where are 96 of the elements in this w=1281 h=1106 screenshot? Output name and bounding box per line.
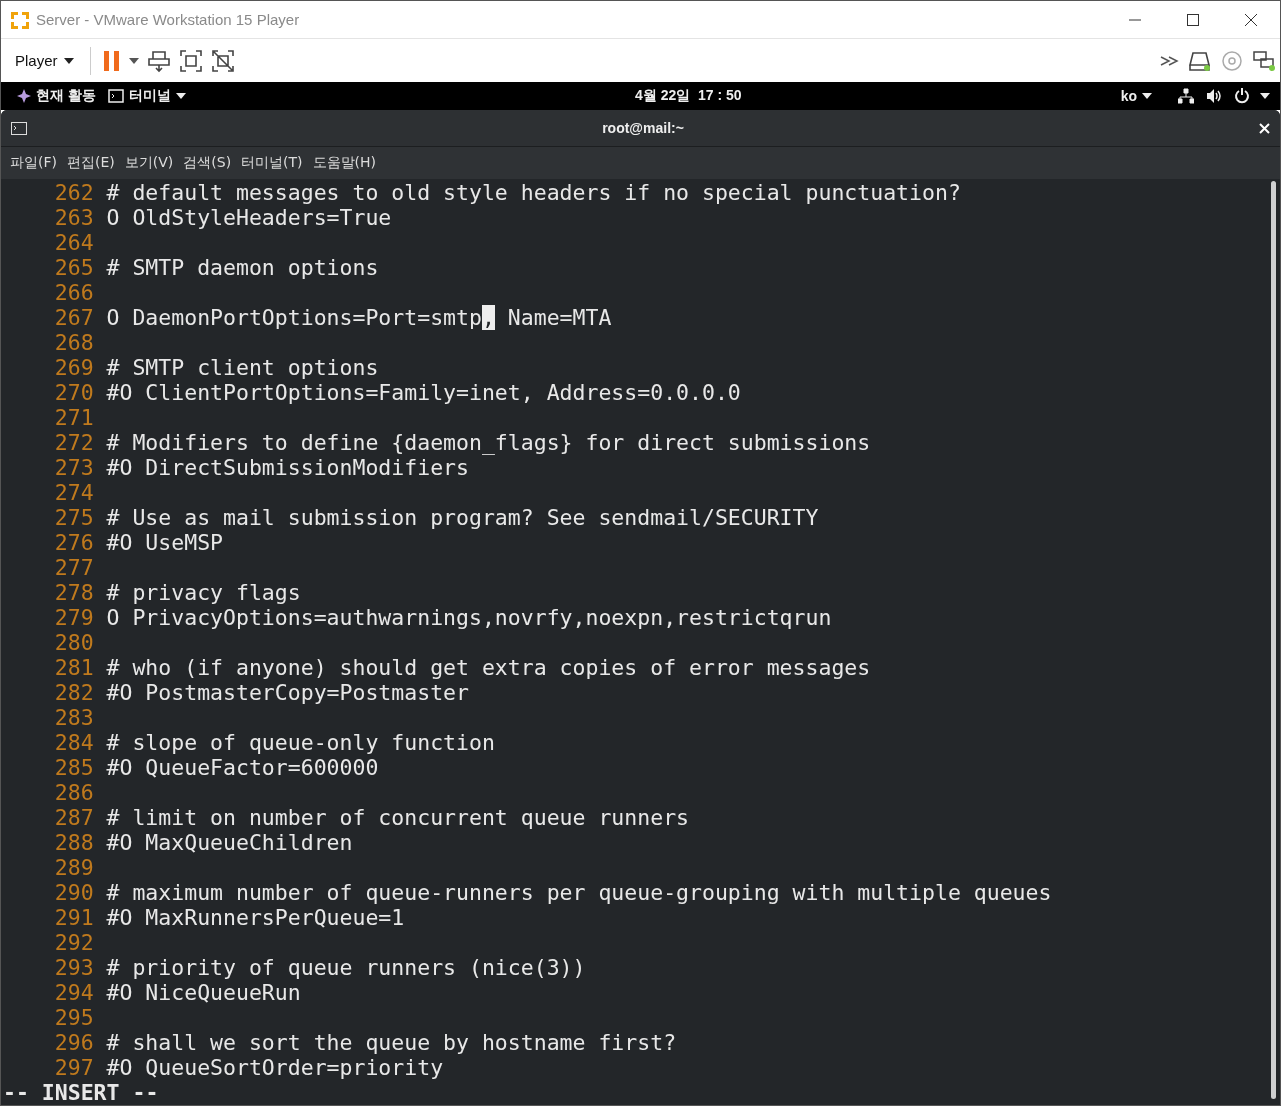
fullscreen-icon[interactable] xyxy=(178,48,203,73)
line-number: 290 xyxy=(54,880,94,905)
mode-indicator: -- INSERT -- xyxy=(3,1080,160,1105)
double-chevron-icon[interactable] xyxy=(1160,53,1180,68)
code-line: # Modifiers to define {daemon_flags} for direct submissions xyxy=(106,430,871,455)
code-line: # privacy flags xyxy=(106,580,301,605)
code-line: #O UseMSP xyxy=(106,530,224,555)
clock[interactable]: 4월 22일 17 : 50 xyxy=(634,87,742,105)
line-number: 278 xyxy=(54,580,94,605)
code-line: #O QueueFactor=600000 xyxy=(106,755,379,780)
line-number: 283 xyxy=(54,705,94,730)
terminal-icon xyxy=(11,121,27,135)
line-number: 287 xyxy=(54,805,94,830)
line-number: 280 xyxy=(54,630,94,655)
line-number: 293 xyxy=(54,955,94,980)
menu-item[interactable]: 파일(F) xyxy=(5,154,62,172)
menu-item[interactable]: 터미널(T) xyxy=(236,154,308,172)
line-number: 265 xyxy=(54,255,94,280)
volume-icon[interactable] xyxy=(1206,88,1222,104)
line-number: 266 xyxy=(54,280,94,305)
line-number: 296 xyxy=(54,1030,94,1055)
code-line: O DaemonPortOptions=Port=smtp, Name=MTA xyxy=(106,305,612,330)
code-line: #O PostmasterCopy=Postmaster xyxy=(106,680,469,705)
scrollbar[interactable] xyxy=(1271,181,1276,1099)
line-number: 295 xyxy=(54,1005,94,1030)
code-line: #O MaxRunnersPerQueue=1 xyxy=(106,905,405,930)
pause-icon[interactable] xyxy=(102,49,121,72)
line-number: 285 xyxy=(54,755,94,780)
line-number: 288 xyxy=(54,830,94,855)
line-number: 289 xyxy=(54,855,94,880)
terminal-icon xyxy=(107,89,124,103)
code-line: # limit on number of concurrent queue runners xyxy=(106,805,689,830)
line-number: 284 xyxy=(54,730,94,755)
line-number: 273 xyxy=(54,455,94,480)
menu-item[interactable]: 검색(S) xyxy=(178,154,237,172)
line-number: 269 xyxy=(54,355,94,380)
code-line: O OldStyleHeaders=True xyxy=(106,205,392,230)
close-icon xyxy=(1244,12,1258,27)
code-line: # SMTP daemon options xyxy=(106,255,379,280)
line-number: 286 xyxy=(54,780,94,805)
code-line: # default messages to old style headers if no special punctuation? xyxy=(106,180,961,205)
line-number: 275 xyxy=(54,505,94,530)
app-menu[interactable]: 터미널 xyxy=(101,87,192,105)
line-number: 294 xyxy=(54,980,94,1005)
input-method-menu[interactable]: ko xyxy=(1114,88,1158,104)
power-icon[interactable] xyxy=(1234,88,1250,104)
line-number: 291 xyxy=(54,905,94,930)
line-number: 274 xyxy=(54,480,94,505)
menu-item[interactable]: 보기(V) xyxy=(119,154,179,172)
code-line: # shall we sort the queue by hostname first? xyxy=(106,1030,677,1055)
menu-item[interactable]: 편집(E) xyxy=(62,154,120,172)
menu-item[interactable]: 도움말(H) xyxy=(307,154,382,172)
caret-icon xyxy=(175,93,186,99)
dropdown-icon[interactable] xyxy=(1260,93,1270,99)
code-line: #O DirectSubmissionModifiers xyxy=(106,455,469,480)
code-line: # SMTP client options xyxy=(106,355,379,380)
code-line: # priority of queue runners (nice(3)) xyxy=(106,955,586,980)
code-line: # maximum number of queue-runners per queue-grouping with multiple queues xyxy=(106,880,1052,905)
line-number: 292 xyxy=(54,930,94,955)
send-keys-icon[interactable] xyxy=(146,48,171,73)
code-line: #O QueueSortOrder=priority xyxy=(106,1055,444,1080)
network-icon[interactable] xyxy=(1178,88,1194,104)
code-line: O PrivacyOptions=authwarnings,novrfy,noexpn,restrictqrun xyxy=(106,605,832,630)
line-number: 282 xyxy=(54,680,94,705)
line-number: 281 xyxy=(54,655,94,680)
code-line: # who (if anyone) should get extra copies of error messages xyxy=(106,655,871,680)
code-line: # slope of queue-only function xyxy=(106,730,495,755)
activities-button[interactable]: 현재 활동 xyxy=(11,87,102,105)
player-menu[interactable]: Player xyxy=(11,52,78,69)
terminal-title: root@mail:~ xyxy=(601,120,685,136)
line-number: 272 xyxy=(54,430,94,455)
star-icon xyxy=(17,89,31,103)
line-number: 277 xyxy=(54,555,94,580)
window-title: Server - VMware Workstation 15 Player xyxy=(36,11,301,28)
line-number: 263 xyxy=(54,205,94,230)
code-line: #O ClientPortOptions=Family=inet, Address=0.0.0.0 xyxy=(106,380,741,405)
minimize-icon xyxy=(1128,18,1142,21)
maximize-icon xyxy=(1186,12,1200,27)
line-number: 297 xyxy=(54,1055,94,1080)
line-number: 271 xyxy=(54,405,94,430)
code-line: #O MaxQueueChildren xyxy=(106,830,353,855)
line-number: 276 xyxy=(54,530,94,555)
line-number: 267 xyxy=(54,305,94,330)
line-number: 264 xyxy=(54,230,94,255)
app-logo-icon xyxy=(10,9,30,30)
code-line: #O NiceQueueRun xyxy=(106,980,301,1005)
code-line: # Use as mail submission program? See sendmail/SECURITY xyxy=(106,505,819,530)
line-number: 262 xyxy=(54,180,94,205)
line-number: 270 xyxy=(54,380,94,405)
line-number: 279 xyxy=(54,605,94,630)
dropdown-icon[interactable] xyxy=(128,57,139,64)
close-icon[interactable] xyxy=(1259,122,1270,134)
line-number: 268 xyxy=(54,330,94,355)
caret-icon xyxy=(1142,93,1152,99)
caret-icon xyxy=(63,57,74,64)
network-adapter-icon[interactable] xyxy=(1252,48,1276,73)
